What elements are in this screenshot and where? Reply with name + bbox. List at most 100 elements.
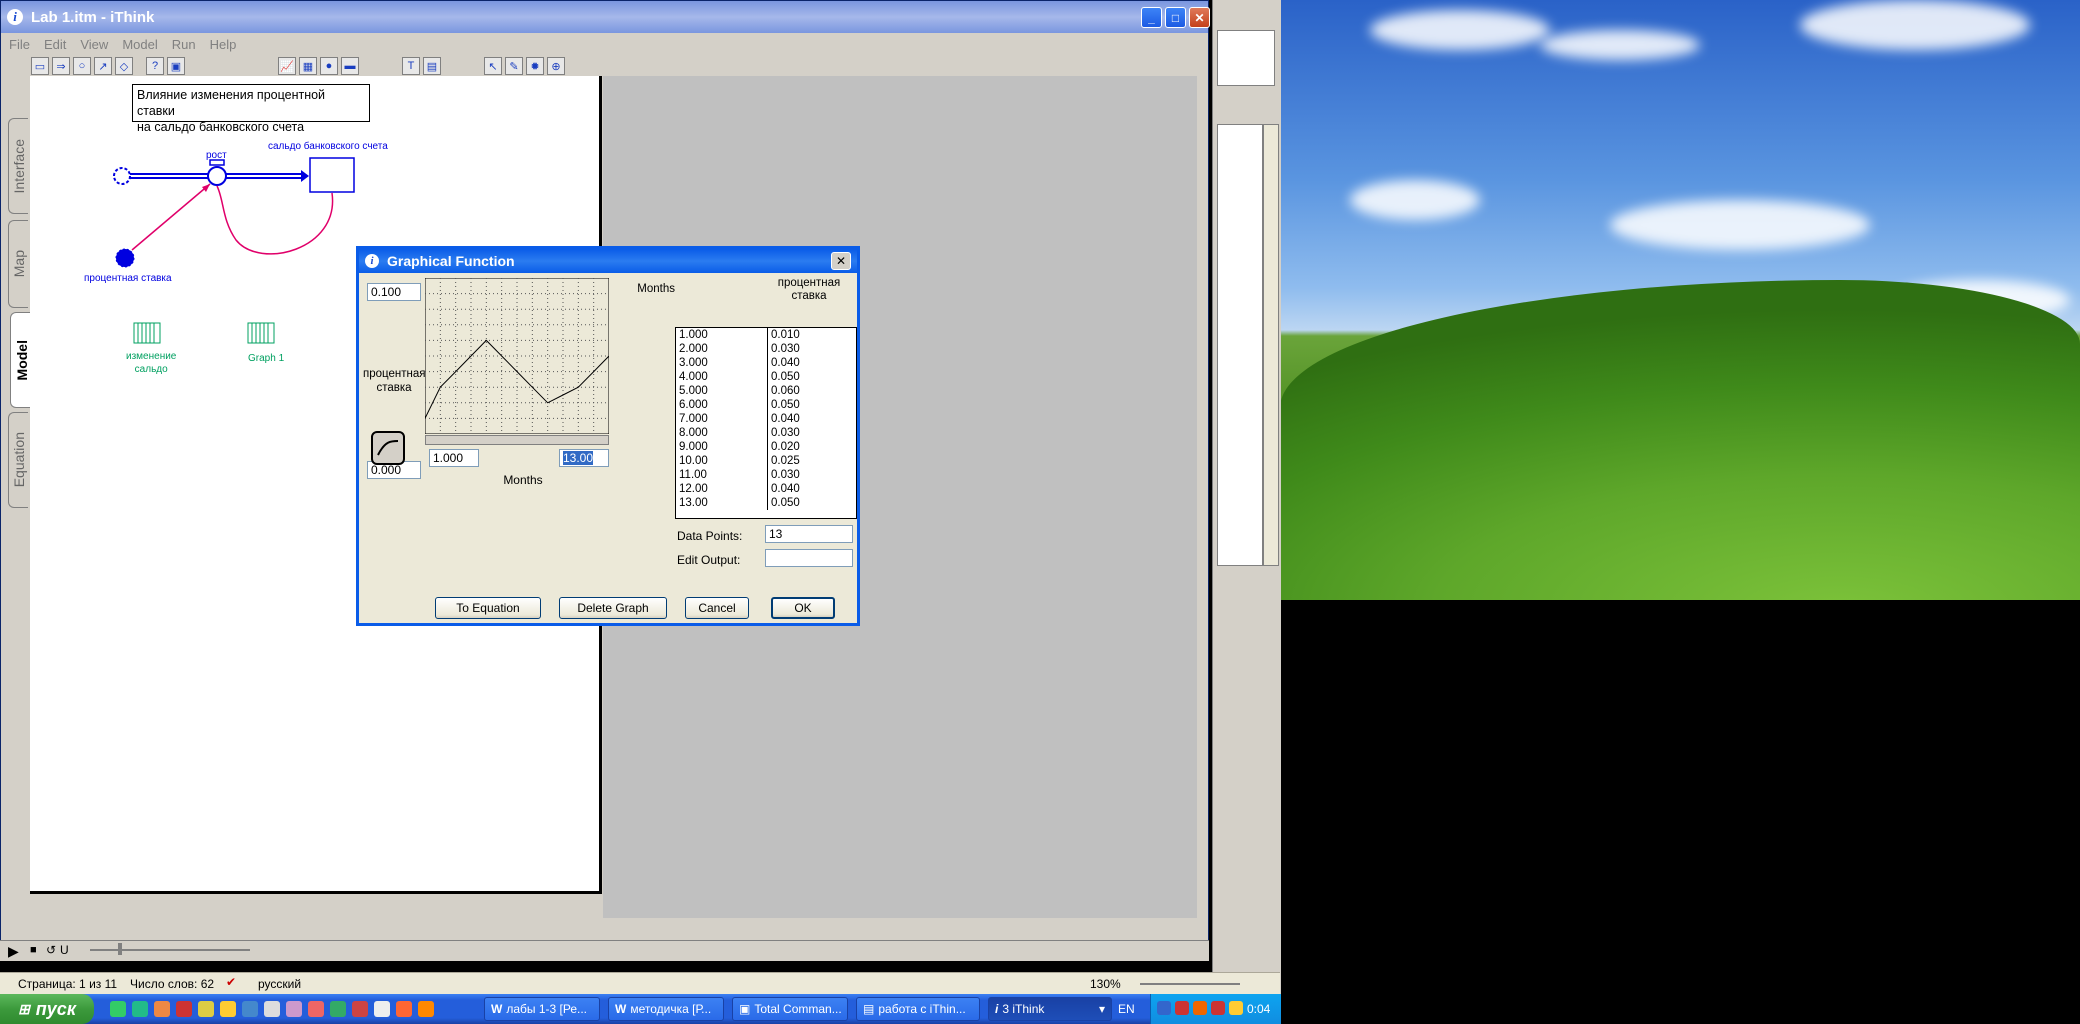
quicklaunch-icon-5[interactable] <box>198 1001 214 1017</box>
table-cell-output[interactable]: 0.010 <box>768 328 800 342</box>
run-icon[interactable]: ▶ <box>8 943 19 960</box>
table-cell-input[interactable]: 4.000 <box>676 370 768 384</box>
table-cell-input[interactable]: 6.000 <box>676 398 768 412</box>
table-row[interactable]: 4.000 0.050 <box>676 370 856 384</box>
table-cell-output[interactable]: 0.050 <box>768 496 800 510</box>
tab-map[interactable]: Map <box>8 220 28 308</box>
to-equation-button[interactable]: To Equation <box>435 597 541 619</box>
table-cell-input[interactable]: 1.000 <box>676 328 768 342</box>
table-cell-input[interactable]: 10.00 <box>676 454 768 468</box>
delete-graph-button[interactable]: Delete Graph <box>559 597 667 619</box>
table-row[interactable]: 10.00 0.025 <box>676 454 856 468</box>
tab-equation[interactable]: Equation <box>8 412 28 508</box>
graph-label[interactable]: Graph 1 <box>248 353 284 364</box>
table-row[interactable]: 6.000 0.050 <box>676 398 856 412</box>
reset-icon[interactable]: ↺ <box>46 943 56 957</box>
quicklaunch-icon-11[interactable] <box>330 1001 346 1017</box>
table-cell-output[interactable]: 0.050 <box>768 398 800 412</box>
table-label[interactable]: изменение сальдо <box>126 350 176 376</box>
table-row[interactable]: 12.00 0.040 <box>676 482 856 496</box>
status-language[interactable]: русский <box>258 977 301 991</box>
table-cell-input[interactable]: 2.000 <box>676 342 768 356</box>
stock-label[interactable]: сальдо банковского счета <box>268 141 388 152</box>
table-row[interactable]: 3.000 0.040 <box>676 356 856 370</box>
task-rabota-ithink[interactable]: ▤ работа с iThin... <box>856 997 980 1021</box>
quicklaunch-icon-6[interactable] <box>220 1001 236 1017</box>
quicklaunch-icon-4[interactable] <box>176 1001 192 1017</box>
dynamite-tool-icon[interactable]: ✹ <box>526 57 544 75</box>
dialog-titlebar[interactable]: i Graphical Function <box>359 249 857 273</box>
stock-tool-icon[interactable]: ▭ <box>31 57 49 75</box>
table-cell-input[interactable]: 13.00 <box>676 496 768 510</box>
task-metodichka[interactable]: Wметодичка [Р... <box>608 997 724 1021</box>
quicklaunch-icon-10[interactable] <box>308 1001 324 1017</box>
table-cell-input[interactable]: 7.000 <box>676 412 768 426</box>
text-tool-icon[interactable]: T <box>402 57 420 75</box>
table-cell-input[interactable]: 11.00 <box>676 468 768 482</box>
graph-scrollbar[interactable] <box>425 435 609 445</box>
tray-icon-3[interactable] <box>1193 1001 1207 1015</box>
tray-icon-2[interactable] <box>1175 1001 1189 1015</box>
tray-icon-1[interactable] <box>1157 1001 1171 1015</box>
sector-tool-icon[interactable]: ▣ <box>167 57 185 75</box>
menu-help[interactable]: Help <box>210 37 237 52</box>
table-row[interactable]: 13.00 0.050 <box>676 496 856 510</box>
table-cell-output[interactable]: 0.040 <box>768 356 800 370</box>
quicklaunch-icon-9[interactable] <box>286 1001 302 1017</box>
quicklaunch-icon-7[interactable] <box>242 1001 258 1017</box>
zoom-slider[interactable] <box>1140 983 1240 985</box>
decision-tool-icon[interactable]: ◇ <box>115 57 133 75</box>
table-cell-output[interactable]: 0.020 <box>768 440 800 454</box>
task-ithink-group[interactable]: i3 iThink ▾ <box>988 997 1112 1021</box>
converter-label[interactable]: процентная ставка <box>84 273 172 284</box>
menu-edit[interactable]: Edit <box>44 37 66 52</box>
table-cell-input[interactable]: 12.00 <box>676 482 768 496</box>
cancel-button[interactable]: Cancel <box>685 597 749 619</box>
minimize-button[interactable]: _ <box>1141 7 1162 28</box>
table-row[interactable]: 7.000 0.040 <box>676 412 856 426</box>
edit-output-field[interactable] <box>765 549 853 567</box>
table-cell-output[interactable]: 0.025 <box>768 454 800 468</box>
ok-button[interactable]: OK <box>771 597 835 619</box>
close-button[interactable]: ✕ <box>1189 7 1210 28</box>
paintbrush-tool-icon[interactable]: ✎ <box>505 57 523 75</box>
input-device-icon[interactable]: ▬ <box>341 57 359 75</box>
quicklaunch-icon-3[interactable] <box>154 1001 170 1017</box>
table-cell-output[interactable]: 0.040 <box>768 482 800 496</box>
flow-label[interactable]: рост <box>206 150 227 161</box>
table-cell-input[interactable]: 8.000 <box>676 426 768 440</box>
table-cell-output[interactable]: 0.050 <box>768 370 800 384</box>
tab-model[interactable]: Model <box>10 312 32 408</box>
language-indicator[interactable]: EN <box>1118 1002 1135 1016</box>
menu-model[interactable]: Model <box>122 37 157 52</box>
tab-interface[interactable]: Interface <box>8 118 28 214</box>
table-row[interactable]: 1.000 0.010 <box>676 328 856 342</box>
converter-tool-icon[interactable]: ○ <box>73 57 91 75</box>
quicklaunch-icon-12[interactable] <box>352 1001 368 1017</box>
connector-tool-icon[interactable]: ↗ <box>94 57 112 75</box>
flow-tool-icon[interactable]: ⇒ <box>52 57 70 75</box>
ghost-tool-icon[interactable]: ⊕ <box>547 57 565 75</box>
table-cell-input[interactable]: 3.000 <box>676 356 768 370</box>
table-tool-icon[interactable]: ▦ <box>299 57 317 75</box>
pause-icon[interactable]: ■ <box>30 944 37 956</box>
tray-icon-5[interactable] <box>1229 1001 1243 1015</box>
y-max-field[interactable]: 0.100 <box>367 283 421 301</box>
menu-view[interactable]: View <box>80 37 108 52</box>
task-labs[interactable]: Wлабы 1-3 [Ре... <box>484 997 600 1021</box>
help-tool-icon[interactable]: ? <box>146 57 164 75</box>
quicklaunch-icon-13[interactable] <box>374 1001 390 1017</box>
graph-tool-icon[interactable]: 📈 <box>278 57 296 75</box>
table-cell-input[interactable]: 5.000 <box>676 384 768 398</box>
graph-area[interactable] <box>425 278 609 434</box>
pointer-tool-icon[interactable]: ↖ <box>484 57 502 75</box>
main-titlebar[interactable]: i Lab 1.itm - iThink <box>1 1 1208 33</box>
picture-tool-icon[interactable]: ▤ <box>423 57 441 75</box>
speed-slider[interactable] <box>90 949 250 951</box>
menu-file[interactable]: File <box>9 37 30 52</box>
table-cell-output[interactable]: 0.030 <box>768 426 800 440</box>
dialog-close-button[interactable]: ✕ <box>831 252 851 270</box>
table-row[interactable]: 5.000 0.060 <box>676 384 856 398</box>
table-cell-output[interactable]: 0.030 <box>768 342 800 356</box>
table-row[interactable]: 8.000 0.030 <box>676 426 856 440</box>
